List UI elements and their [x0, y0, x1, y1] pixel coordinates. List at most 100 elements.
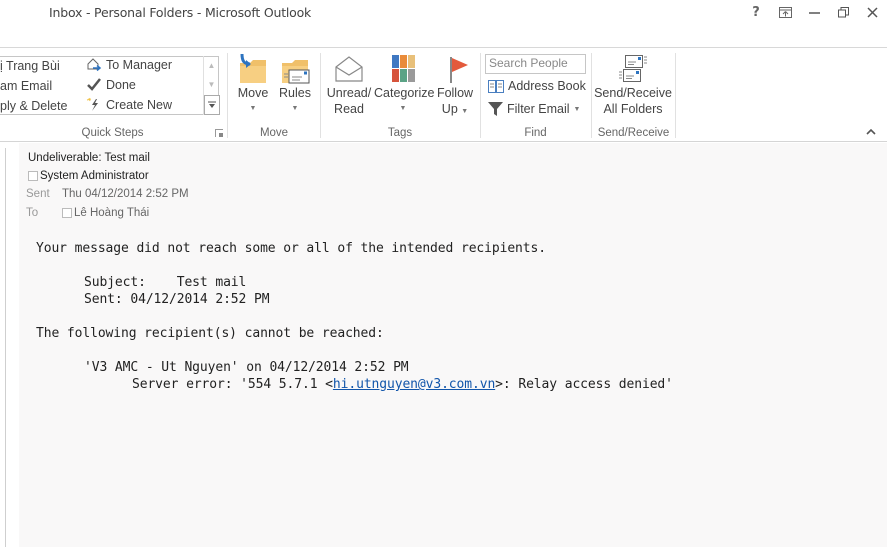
server-error-suffix: >: Relay access denied': [495, 377, 673, 392]
quick-steps-scroll-down[interactable]: ▼: [204, 75, 219, 94]
ribbon: ị Trang Bùi am Email ply & Delete To Man…: [0, 49, 887, 142]
create-new-icon: [86, 97, 98, 111]
chevron-up-icon: [866, 128, 876, 135]
close-button[interactable]: [862, 3, 882, 21]
body-line: Sent: 04/12/2014 2:52 PM: [84, 292, 270, 307]
move-button[interactable]: Move ▼: [232, 53, 274, 117]
rules-icon: [282, 60, 310, 84]
category-color-tile: [392, 69, 399, 82]
unread-label-2: Read: [334, 102, 364, 116]
sent-label: Sent: [26, 188, 50, 200]
group-separator: [227, 53, 228, 138]
reading-pane: [0, 143, 887, 547]
envelope-open-icon: [335, 56, 363, 82]
find-group-label: Find: [524, 127, 547, 139]
move-label: Move: [237, 86, 269, 100]
quick-step-reply-delete[interactable]: ply & Delete: [0, 99, 67, 113]
body-line: 'V3 AMC - Ut Nguyen' on 04/12/2014 2:52 …: [84, 360, 409, 375]
quick-step-to-manager[interactable]: To Manager: [86, 57, 172, 72]
address-book-button[interactable]: Address Book: [488, 79, 586, 93]
group-separator: [320, 53, 321, 138]
minimize-icon: [808, 11, 820, 14]
category-color-tile: [392, 55, 399, 68]
address-book-icon: [488, 79, 504, 93]
window-title: Inbox - Personal Folders - Microsoft Out…: [49, 5, 312, 20]
body-line: The following recipient(s) cannot be rea…: [36, 326, 384, 341]
filter-email-button[interactable]: Filter Email ▼: [488, 102, 580, 116]
pane-divider[interactable]: [5, 148, 6, 547]
group-separator: [675, 53, 676, 138]
send-receive-all-folders-button[interactable]: Send/Receive All Folders: [594, 53, 672, 117]
sender-name: System Administrator: [40, 170, 149, 182]
rules-button[interactable]: Rules ▼: [276, 53, 314, 117]
to-manager-icon: [87, 58, 102, 72]
categorize-icon: [392, 55, 415, 82]
follow-up-label-1: Follow: [436, 86, 474, 100]
quick-steps-more-button[interactable]: [204, 95, 220, 115]
quick-steps-scrollbar[interactable]: ▲ ▼: [203, 56, 220, 115]
create-new-label: Create New: [106, 97, 172, 112]
move-dropdown-caret: ▼: [249, 105, 257, 112]
category-color-tile: [400, 55, 407, 68]
close-icon: [866, 6, 878, 18]
categorize-dropdown-caret: ▼: [399, 105, 407, 112]
unread-read-button[interactable]: Unread/ Read: [325, 53, 373, 117]
move-folder-icon: [240, 53, 266, 83]
send-receive-group-label: Send/Receive: [597, 127, 670, 139]
categorize-button[interactable]: Categorize ▼: [374, 53, 435, 117]
body-line-server-error: Server error: '554 5.7.1 <hi.utnguyen@v3…: [132, 377, 673, 392]
minimize-button[interactable]: [804, 3, 824, 21]
follow-up-button[interactable]: Follow Up ▼: [434, 53, 476, 120]
server-error-prefix: Server error: '554 5.7.1 <: [132, 377, 333, 392]
follow-up-label-2: Up: [441, 102, 458, 116]
follow-up-dropdown-caret: ▼: [461, 108, 469, 115]
checkmark-icon: [87, 78, 101, 91]
message-sender[interactable]: System Administrator: [28, 170, 149, 182]
title-bar: Inbox - Personal Folders - Microsoft Out…: [0, 0, 887, 48]
quick-step-move-to[interactable]: ị Trang Bùi: [0, 59, 60, 73]
body-line: Subject: Test mail: [84, 275, 247, 290]
recipient-name: Lê Hoàng Thái: [74, 207, 150, 219]
more-icon: [208, 101, 216, 108]
to-label: To: [26, 207, 39, 219]
message-subject: Undeliverable: Test mail: [28, 152, 150, 164]
done-label: Done: [106, 77, 136, 92]
filter-email-label: Filter Email: [507, 102, 570, 116]
move-group-label: Move: [259, 127, 289, 139]
quick-steps-dialog-launcher[interactable]: [215, 129, 223, 137]
recipient-presence-icon: [62, 208, 72, 218]
restore-button[interactable]: [833, 3, 853, 21]
help-icon: ?: [752, 4, 760, 20]
send-receive-icon: [619, 55, 647, 82]
unread-label-1: Unread/: [326, 86, 372, 100]
rules-dropdown-caret: ▼: [291, 105, 299, 112]
quick-steps-scroll-up[interactable]: ▲: [204, 56, 219, 75]
recipient[interactable]: Lê Hoàng Thái: [62, 207, 149, 219]
message-pane: [19, 143, 887, 547]
categorize-label: Categorize: [374, 86, 435, 100]
quick-steps-group-label: Quick Steps: [81, 127, 144, 139]
sent-value: Thu 04/12/2014 2:52 PM: [62, 188, 189, 200]
category-color-tile: [400, 69, 407, 82]
help-button[interactable]: ?: [746, 3, 766, 21]
quick-step-done[interactable]: Done: [86, 77, 136, 92]
body-line: Your message did not reach some or all o…: [36, 241, 546, 256]
send-receive-label-2: All Folders: [603, 102, 663, 116]
address-book-label: Address Book: [508, 79, 586, 93]
quick-step-team-email[interactable]: am Email: [0, 79, 52, 93]
ribbon-display-icon: [778, 6, 792, 18]
quick-step-create-new[interactable]: Create New: [86, 97, 172, 112]
restore-icon: [837, 6, 849, 17]
tags-group-label: Tags: [387, 127, 413, 139]
group-separator: [591, 53, 592, 138]
search-people-input[interactable]: Search People: [485, 54, 586, 74]
group-separator: [480, 53, 481, 138]
filter-email-dropdown-caret: ▼: [573, 105, 581, 113]
sender-presence-icon: [28, 171, 38, 181]
flag-icon: [450, 57, 468, 83]
ribbon-display-options-button[interactable]: [775, 3, 795, 21]
to-manager-label: To Manager: [106, 57, 173, 72]
collapse-ribbon-button[interactable]: [866, 127, 876, 138]
category-color-tile: [408, 55, 415, 68]
recipient-email-link[interactable]: hi.utnguyen@v3.com.vn: [333, 377, 495, 392]
